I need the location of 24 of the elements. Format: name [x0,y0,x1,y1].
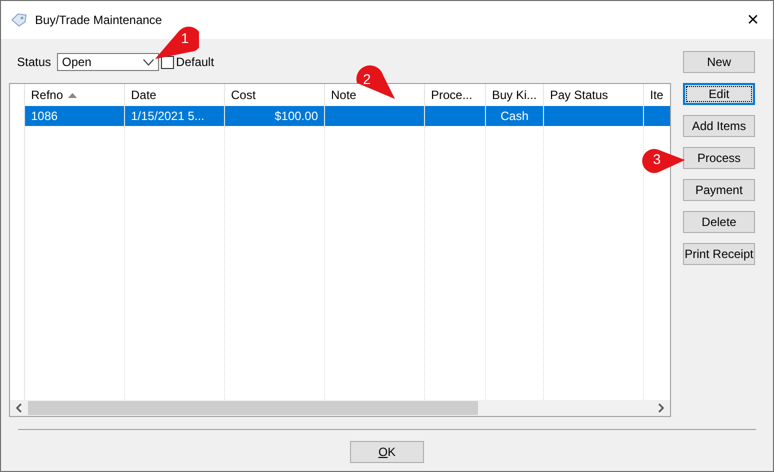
action-button[interactable]: Process [683,147,755,169]
status-dropdown[interactable]: Open [57,53,160,71]
scroll-left-icon[interactable] [15,403,23,413]
table-cell: Cash [486,106,544,126]
action-button[interactable]: Edit [683,83,755,105]
window-title: Buy/Trade Maintenance [35,13,163,27]
action-button[interactable]: Print Receipt [683,243,755,265]
action-button[interactable]: Delete [683,211,755,233]
table-cell: $100.00 [225,106,325,126]
tag-icon [11,13,27,27]
horizontal-scrollbar[interactable] [10,400,670,416]
status-label: Status [17,55,52,69]
ok-button[interactable]: OK [350,441,424,463]
default-label: Default [176,55,214,69]
table-cell: 1/15/2021 5... [125,106,225,126]
action-button[interactable]: Add Items [683,115,755,137]
action-button[interactable]: New [683,51,755,73]
action-button[interactable]: Payment [683,179,755,201]
table-row[interactable]: 1086 1/15/2021 5... $100.00 Cash [10,106,670,126]
table-cell: 1086 [25,106,125,126]
sort-up-icon [68,92,78,98]
scroll-right-icon[interactable] [657,403,665,413]
close-button[interactable]: × [741,8,765,32]
chevron-icon [143,58,154,66]
